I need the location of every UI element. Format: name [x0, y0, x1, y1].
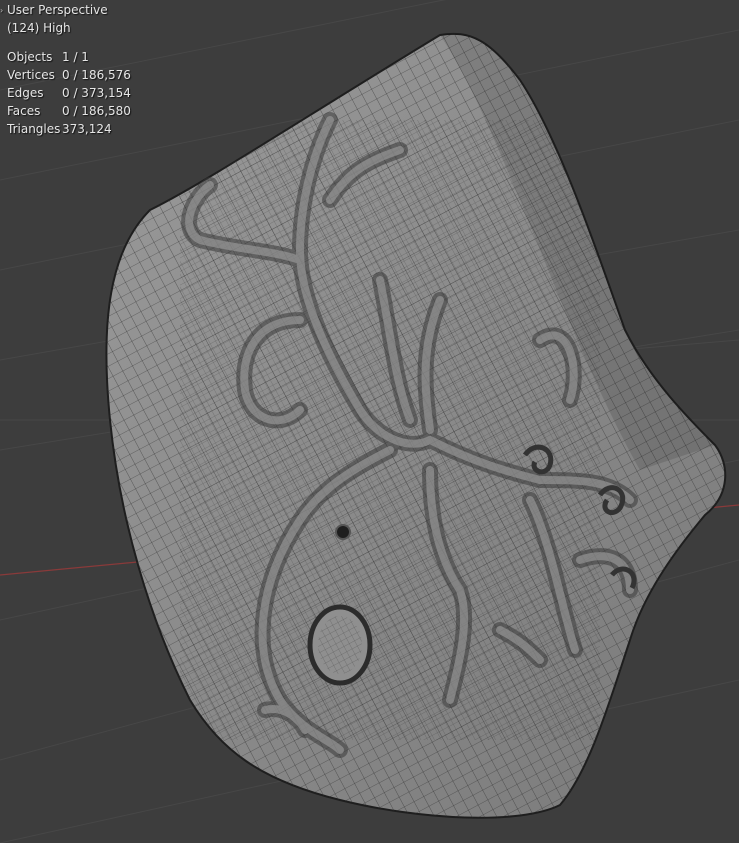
mesh-object[interactable] — [0, 0, 739, 843]
small-hole — [335, 524, 351, 540]
3d-viewport[interactable]: › User Perspective (124) High Objects 1 /… — [0, 0, 739, 843]
viewport-scene[interactable] — [0, 0, 739, 843]
